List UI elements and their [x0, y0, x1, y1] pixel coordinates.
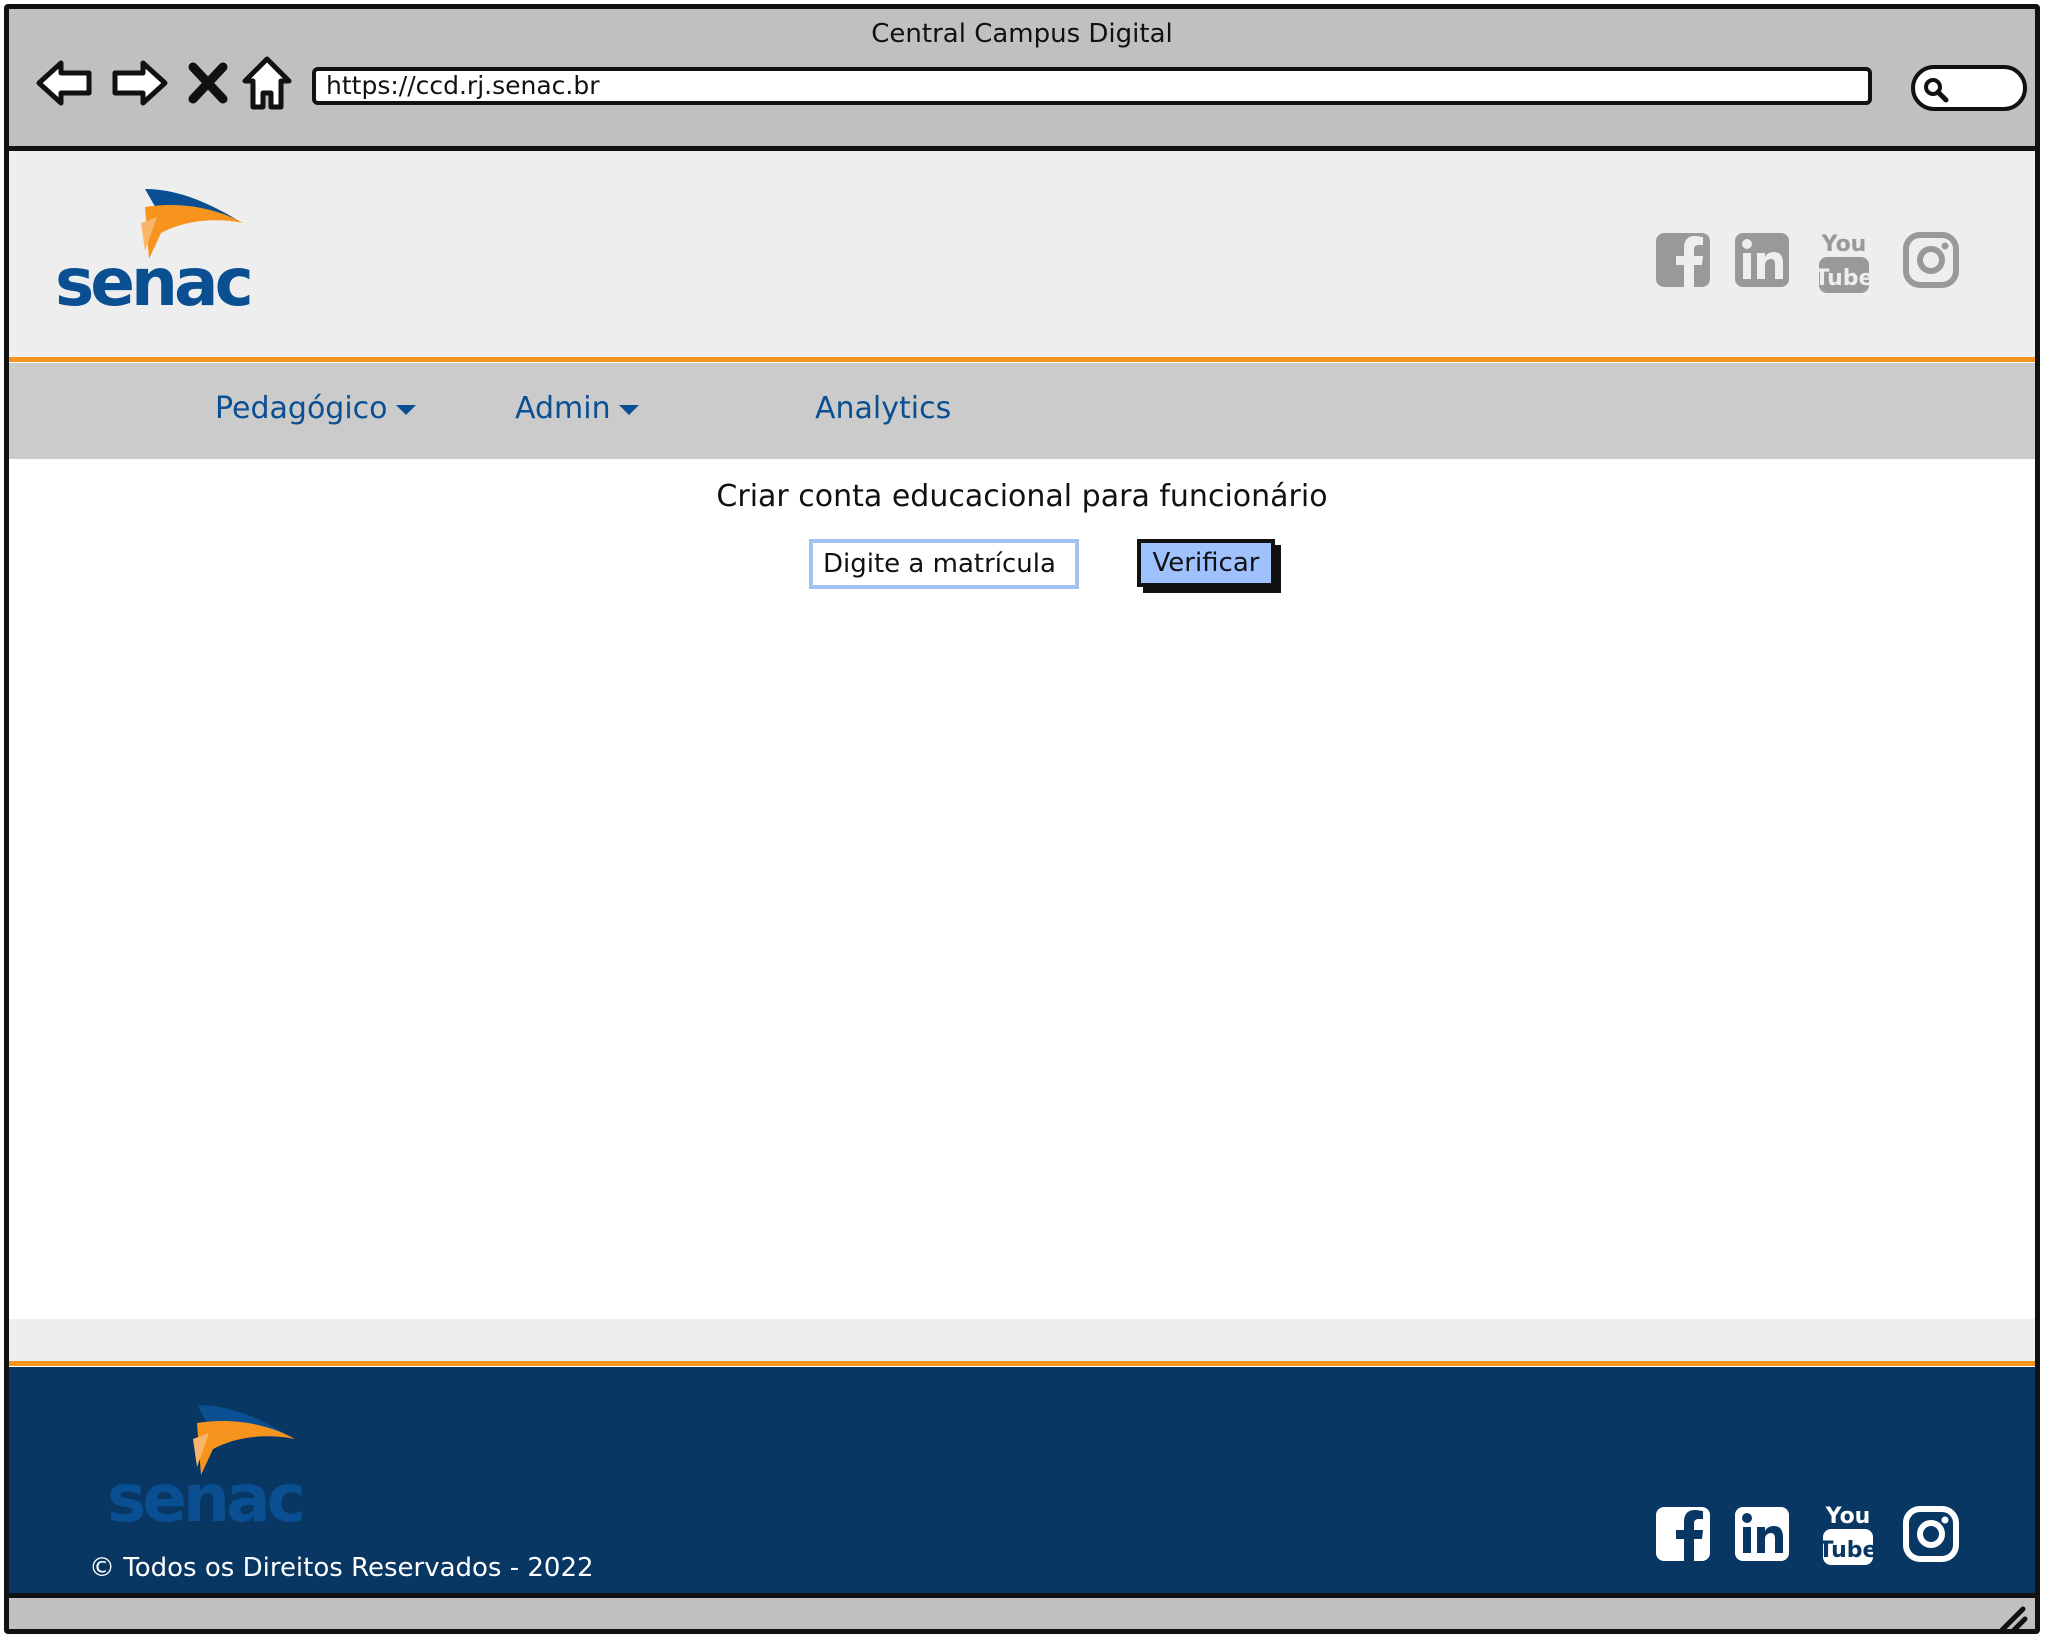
svg-text:senac: senac — [107, 1460, 302, 1527]
youtube-icon[interactable]: You Tube — [1819, 1501, 1877, 1567]
facebook-icon[interactable] — [1654, 1505, 1712, 1563]
linkedin-icon[interactable] — [1733, 231, 1791, 289]
nav-item-analytics[interactable]: Analytics — [815, 391, 951, 426]
nav-item-admin[interactable]: Admin — [515, 391, 639, 426]
resize-grip-icon[interactable] — [1995, 1603, 2029, 1634]
svg-text:senac: senac — [55, 244, 250, 311]
senac-footer-logo[interactable]: senac — [105, 1397, 325, 1527]
matricula-input[interactable]: Digite a matrícula — [809, 539, 1079, 589]
svg-text:Tube: Tube — [1815, 266, 1873, 291]
site-header: senac You Tube — [9, 151, 2035, 359]
copyright-text: © Todos os Direitos Reservados - 2022 — [89, 1553, 594, 1583]
linkedin-icon[interactable] — [1733, 1505, 1791, 1563]
nav-item-label: Analytics — [815, 391, 952, 426]
site-footer: senac © Todos os Direitos Reservados - 2… — [9, 1367, 2035, 1593]
instagram-icon[interactable] — [1902, 1505, 1960, 1563]
youtube-icon[interactable]: You Tube — [1815, 229, 1873, 295]
browser-window: Central Campus Digital https://ccd.rj.se… — [4, 4, 2040, 1634]
svg-text:You: You — [1825, 1504, 1871, 1529]
stop-icon[interactable] — [183, 51, 233, 115]
browser-statusbar — [9, 1593, 2035, 1634]
page-title: Criar conta educacional para funcionário — [716, 479, 1328, 514]
header-divider — [9, 357, 2035, 362]
senac-logo[interactable]: senac — [53, 181, 273, 311]
home-icon[interactable] — [239, 51, 295, 115]
instagram-icon[interactable] — [1902, 231, 1960, 289]
nav-item-label: Pedagógico — [215, 391, 388, 426]
chevron-down-icon — [395, 404, 416, 415]
main-nav: Pedagógico Admin Analytics — [9, 363, 2035, 459]
main-content: Criar conta educacional para funcionário… — [9, 459, 2035, 1319]
address-bar[interactable]: https://ccd.rj.senac.br — [312, 67, 1872, 105]
browser-search-field[interactable] — [1911, 65, 2027, 111]
svg-text:You: You — [1821, 232, 1867, 257]
window-title: Central Campus Digital — [871, 19, 1173, 49]
forward-icon[interactable] — [107, 51, 171, 115]
footer-divider — [9, 1361, 2035, 1366]
facebook-icon[interactable] — [1654, 231, 1712, 289]
search-icon — [1924, 78, 1949, 103]
footer-spacer — [9, 1319, 2035, 1363]
verify-button[interactable]: Verificar — [1137, 539, 1275, 587]
nav-item-pedagogico[interactable]: Pedagógico — [215, 391, 416, 426]
chevron-down-icon — [618, 404, 639, 415]
browser-toolbar: Central Campus Digital https://ccd.rj.se… — [9, 9, 2035, 151]
svg-text:Tube: Tube — [1819, 1538, 1877, 1563]
back-icon[interactable] — [33, 51, 97, 115]
nav-item-label: Admin — [515, 391, 611, 426]
